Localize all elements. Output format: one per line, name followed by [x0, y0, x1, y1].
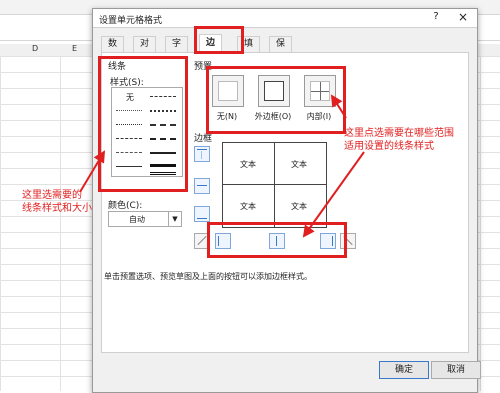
right-arrow-top	[330, 94, 347, 119]
left-arrow	[79, 150, 106, 193]
annotation-arrows	[79, 94, 365, 238]
right-arrow-bottom	[302, 151, 365, 238]
